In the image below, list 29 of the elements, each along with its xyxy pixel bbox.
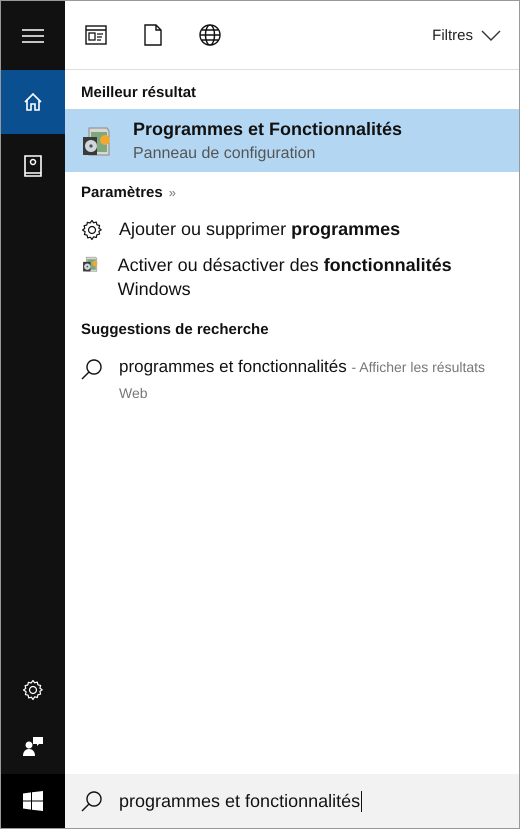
apps-filter-icon[interactable] bbox=[85, 25, 107, 45]
section-heading: Meilleur résultat bbox=[80, 83, 198, 103]
more-link[interactable]: » bbox=[168, 185, 176, 200]
program-icon bbox=[82, 255, 100, 273]
search-icon bbox=[81, 358, 103, 380]
search-text: programmes et fonctionnalités bbox=[119, 790, 362, 812]
search-icon bbox=[81, 790, 103, 812]
document-filter-icon[interactable] bbox=[144, 24, 162, 46]
home-button[interactable] bbox=[1, 70, 65, 134]
section-heading: Suggestions de recherche bbox=[80, 320, 270, 340]
chevron-down-icon bbox=[481, 30, 501, 40]
result-title: Programmes et Fonctionnalités bbox=[133, 118, 402, 140]
best-result-item[interactable]: Programmes et Fonctionnalités Panneau de configuration bbox=[65, 109, 519, 172]
settings-result[interactable]: Activer ou désactiver des fonctionnalités Windows bbox=[118, 253, 503, 301]
section-heading: Paramètres bbox=[81, 184, 163, 201]
windows-icon bbox=[23, 791, 43, 811]
search-suggestion[interactable]: programmes et fonctionnalités - Afficher les résultats Web bbox=[119, 354, 503, 406]
menu-icon bbox=[22, 28, 44, 42]
start-button[interactable] bbox=[1, 774, 65, 828]
notebook-icon bbox=[24, 155, 42, 177]
feedback-icon bbox=[22, 735, 44, 757]
search-field[interactable]: programmes et fonctionnalités bbox=[65, 774, 519, 828]
filters-dropdown[interactable]: Filtres bbox=[432, 26, 501, 44]
globe-filter-icon[interactable] bbox=[199, 24, 221, 46]
settings-icon bbox=[22, 679, 44, 701]
home-icon bbox=[23, 92, 43, 112]
settings-result[interactable]: Ajouter ou supprimer programmes bbox=[119, 217, 400, 241]
result-subtitle: Panneau de configuration bbox=[133, 144, 316, 162]
gear-icon bbox=[81, 219, 103, 241]
